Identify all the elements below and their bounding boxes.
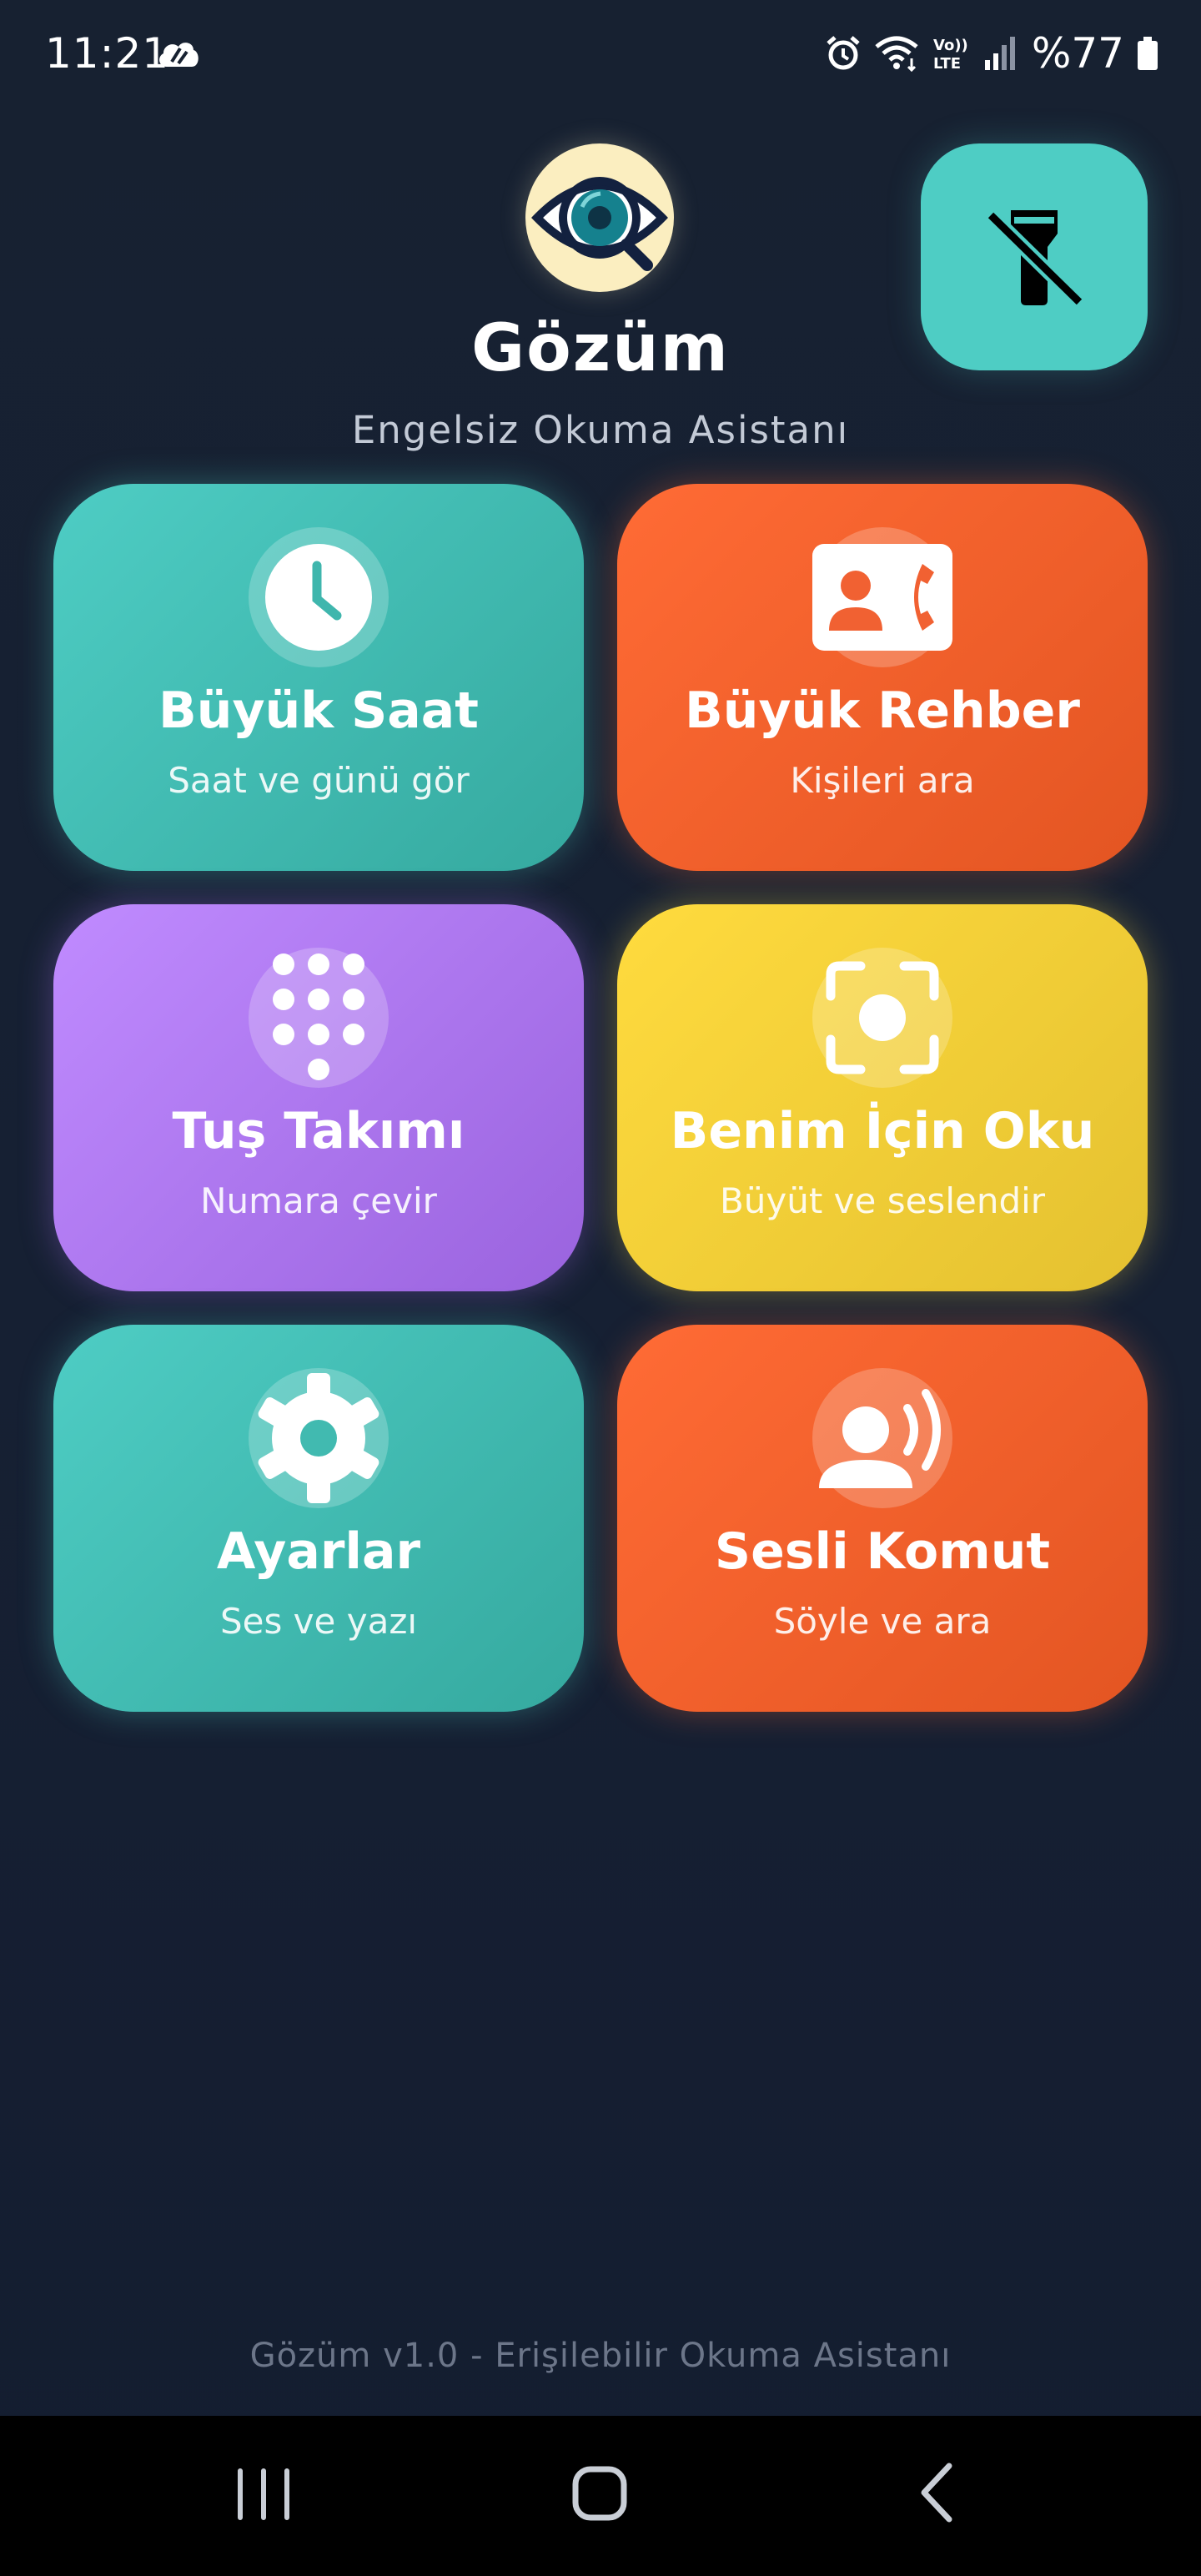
home-button[interactable] — [549, 2451, 649, 2534]
tile-title: Büyük Rehber — [685, 682, 1080, 740]
contact-phone-icon — [812, 544, 952, 651]
system-nav-bar — [0, 2416, 1201, 2576]
status-time: 11:21 — [45, 29, 170, 78]
tile-icon-circle — [812, 948, 952, 1088]
signal-icon — [983, 35, 1017, 72]
app-logo — [525, 143, 674, 292]
app-subtitle: Engelsiz Okuma Asistanı — [351, 408, 850, 452]
tile-icon-circle — [249, 948, 389, 1088]
tile-subtitle: Büyüt ve seslendir — [719, 1180, 1046, 1221]
tile-subtitle: Numara çevir — [200, 1180, 437, 1221]
gear-icon — [258, 1373, 379, 1503]
tile-title: Sesli Komut — [714, 1522, 1051, 1581]
back-button[interactable] — [884, 2451, 984, 2534]
status-bar: 11:21 Vo)) LTE %77 — [0, 0, 1201, 108]
alarm-icon — [825, 35, 862, 72]
big-clock-tile[interactable]: Büyük Saat Saat ve günü gör — [53, 484, 584, 871]
tile-icon-circle — [249, 527, 389, 667]
keypad-tile[interactable]: Tuş Takımı Numara çevir — [53, 904, 584, 1291]
tile-title: Büyük Saat — [158, 682, 479, 740]
tile-subtitle: Kişileri ara — [790, 760, 975, 801]
footer-version-text: Gözüm v1.0 - Erişilebilir Okuma Asistanı — [249, 2337, 952, 2375]
read-for-me-tile[interactable]: Benim İçin Oku Büyüt ve seslendir — [617, 904, 1148, 1291]
tile-title: Tuş Takımı — [172, 1102, 465, 1160]
battery-icon — [1136, 35, 1159, 72]
camera-scan-icon — [826, 961, 939, 1074]
tile-icon-circle — [249, 1368, 389, 1508]
cloud-icon — [155, 37, 202, 70]
flashlight-toggle-button[interactable] — [921, 143, 1148, 370]
status-icons: Vo)) LTE %77 — [825, 27, 1159, 80]
back-icon — [921, 2463, 952, 2523]
home-icon — [572, 2466, 627, 2521]
tile-subtitle: Ses ve yazı — [219, 1601, 418, 1642]
recents-icon — [238, 2468, 289, 2520]
wifi-icon — [873, 35, 920, 72]
flashlight-off-icon — [985, 209, 1085, 308]
voice-command-tile[interactable]: Sesli Komut Söyle ve ara — [617, 1325, 1148, 1712]
tile-subtitle: Söyle ve ara — [773, 1601, 992, 1642]
clock-icon — [265, 544, 372, 651]
settings-tile[interactable]: Ayarlar Ses ve yazı — [53, 1325, 584, 1712]
voice-command-icon — [819, 1389, 941, 1488]
tile-icon-circle — [812, 1368, 952, 1508]
svg-text:LTE: LTE — [933, 55, 961, 73]
dialpad-icon — [273, 953, 364, 1080]
tile-subtitle: Saat ve günü gör — [168, 760, 470, 801]
tile-title: Ayarlar — [216, 1522, 421, 1581]
big-contacts-tile[interactable]: Büyük Rehber Kişileri ara — [617, 484, 1148, 871]
recents-button[interactable] — [214, 2451, 314, 2534]
eye-magnifier-icon — [531, 177, 668, 271]
tile-title: Benim İçin Oku — [670, 1102, 1095, 1160]
volte-icon: Vo)) LTE — [932, 33, 972, 73]
svg-text:Vo)): Vo)) — [933, 37, 968, 54]
tile-icon-circle — [812, 527, 952, 667]
battery-percent: %77 — [1031, 29, 1124, 78]
